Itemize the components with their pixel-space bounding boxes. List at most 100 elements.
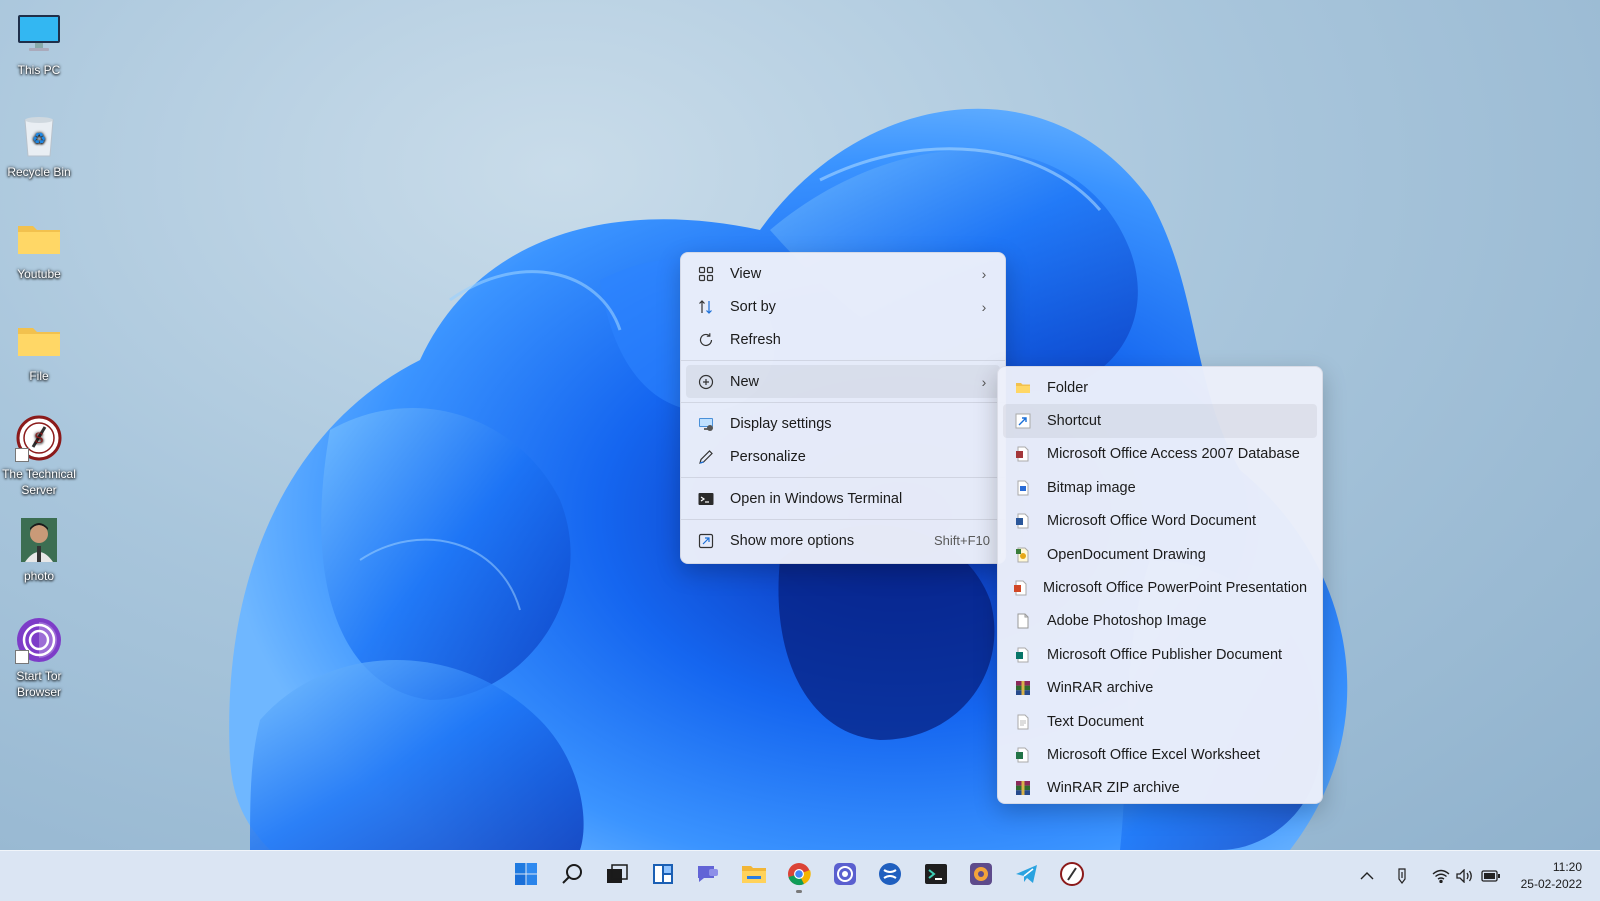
menu-item-sort-by[interactable]: Sort by › [686,290,1000,323]
access-file-icon [1013,444,1033,464]
desktop-icon-this-pc[interactable]: This PC [0,10,78,78]
menu-item-label: Open in Windows Terminal [730,490,903,507]
menu-item-label: Text Document [1047,713,1144,730]
desktop-icon-label: The Technical Server [2,467,76,497]
menu-item-label: Adobe Photoshop Image [1047,613,1207,630]
task-view-button[interactable] [599,858,635,894]
pen-input-icon[interactable] [1393,866,1413,886]
folder-icon [1013,378,1033,398]
file-explorer-icon [741,862,767,891]
search-button[interactable] [554,858,590,894]
widgets-button[interactable] [645,858,681,894]
chevron-right-icon: › [981,265,987,282]
monitor-icon [15,10,63,58]
desktop-icon-tor-browser[interactable]: Start Tor Browser [0,616,78,700]
desktop-icon-technical-server[interactable]: S The Technical Server [0,414,78,498]
new-item-winrar-zip-archive[interactable]: WinRAR ZIP archive [1003,772,1317,805]
widgets-icon [651,862,675,891]
menu-item-label: Display settings [730,415,832,432]
new-item-winrar-archive[interactable]: WinRAR archive [1003,672,1317,705]
menu-item-show-more-options[interactable]: Show more options Shift+F10 [686,524,1000,557]
keyboard-shortcut-label: Shift+F10 [933,533,990,548]
menu-item-label: OpenDocument Drawing [1047,546,1206,563]
recycle-bin-icon: ♻ [15,112,63,160]
desktop-icon-file-folder[interactable]: File [0,316,78,384]
chat-button[interactable] [690,858,726,894]
new-submenu: Folder Shortcut Microsoft Office Access … [997,366,1323,804]
new-item-word-document[interactable]: Microsoft Office Word Document [1003,505,1317,538]
chevron-right-icon: › [981,298,987,315]
menu-item-display-settings[interactable]: Display settings [686,407,1000,440]
powerpoint-file-icon [1013,578,1029,598]
file-explorer-button[interactable] [736,858,772,894]
menu-item-label: Microsoft Office Excel Worksheet [1047,746,1261,763]
menu-item-label: Microsoft Office Publisher Document [1047,646,1283,663]
menu-item-label: Bitmap image [1047,479,1136,496]
taskbar: 11:20 25-02-2022 [0,850,1600,901]
clock-time: 11:20 [1552,860,1582,874]
terminal-icon [923,861,949,892]
folder-icon [15,214,63,262]
camera-app-button[interactable] [827,858,863,894]
new-item-text-document[interactable]: Text Document [1003,705,1317,738]
new-item-powerpoint-presentation[interactable]: Microsoft Office PowerPoint Presentation [1003,571,1317,604]
menu-item-new[interactable]: New › [686,365,1000,398]
desktop-icon-label: Start Tor Browser [16,669,62,699]
desktop-icon-youtube-folder[interactable]: Youtube [0,214,78,282]
battery-icon[interactable] [1481,866,1501,886]
photo-thumbnail-icon [15,516,63,564]
menu-separator [681,360,1005,361]
technical-server-logo-icon [1059,861,1085,892]
menu-item-view[interactable]: View › [686,257,1000,290]
menu-item-refresh[interactable]: Refresh [686,323,1000,356]
technical-server-button[interactable] [1054,858,1090,894]
menu-item-open-terminal[interactable]: Open in Windows Terminal [686,482,1000,515]
chevron-up-icon[interactable] [1357,866,1377,886]
new-item-shortcut[interactable]: Shortcut [1003,404,1317,438]
shortcut-arrow-icon [15,650,29,664]
chat-icon [695,862,721,891]
refresh-icon [696,330,716,350]
new-item-photoshop-image[interactable]: Adobe Photoshop Image [1003,605,1317,638]
chrome-button[interactable] [781,858,817,894]
desktop-icon-label: photo [23,569,55,583]
svg-text:♻: ♻ [32,129,46,148]
desktop[interactable]: This PC ♻ Recycle Bin Youtube File S The… [0,0,1600,850]
volume-icon[interactable] [1455,866,1475,886]
technical-server-logo-icon: S [15,414,63,462]
desktop-icon-photo[interactable]: photo [0,516,78,584]
new-item-access-database[interactable]: Microsoft Office Access 2007 Database [1003,438,1317,471]
menu-item-label: Folder [1047,379,1089,396]
xbox-button[interactable] [872,858,908,894]
telegram-button[interactable] [1009,858,1045,894]
winrar-icon [1013,778,1033,798]
publisher-file-icon [1013,645,1033,665]
folder-icon [15,316,63,364]
new-item-publisher-document[interactable]: Microsoft Office Publisher Document [1003,638,1317,671]
new-item-folder[interactable]: Folder [1003,371,1317,404]
menu-item-personalize[interactable]: Personalize [686,440,1000,473]
start-button[interactable] [508,858,544,894]
media-app-button[interactable] [963,858,999,894]
plus-circle-icon [696,372,716,392]
text-file-icon [1013,712,1033,732]
new-item-opendocument-drawing[interactable]: OpenDocument Drawing [1003,538,1317,571]
menu-item-label: Sort by [730,298,776,315]
menu-item-label: Show more options [730,532,855,549]
opendocument-drawing-icon [1013,545,1033,565]
menu-item-label: Microsoft Office PowerPoint Presentation [1043,580,1308,597]
terminal-button[interactable] [918,858,954,894]
task-view-icon [605,862,629,891]
running-indicator [796,890,802,893]
desktop-icon-label: Youtube [17,267,61,281]
new-item-excel-worksheet[interactable]: Microsoft Office Excel Worksheet [1003,738,1317,771]
search-icon [560,862,584,891]
new-item-bitmap-image[interactable]: Bitmap image [1003,471,1317,504]
menu-item-label: Shortcut [1047,413,1101,430]
clock[interactable]: 11:20 25-02-2022 [1521,859,1582,893]
desktop-icon-recycle-bin[interactable]: ♻ Recycle Bin [0,112,78,180]
wifi-icon[interactable] [1431,866,1451,886]
camera-app-icon [832,861,858,892]
telegram-icon [1014,861,1040,892]
menu-item-label: New [730,373,760,390]
